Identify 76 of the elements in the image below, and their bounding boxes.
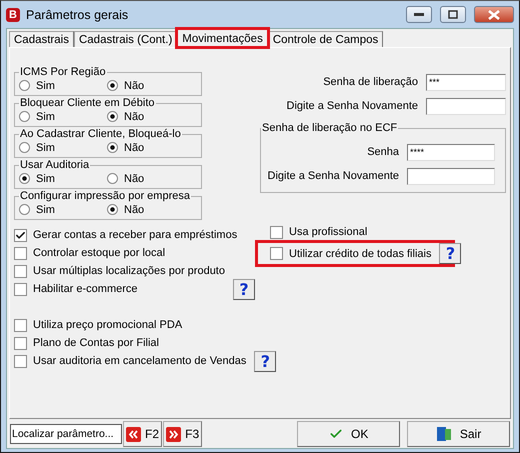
exit-button[interactable]: Sair <box>407 421 510 447</box>
radio-button[interactable] <box>19 173 30 184</box>
radio-button[interactable] <box>19 204 30 215</box>
checkbox-label: Controlar estoque por local <box>33 247 166 259</box>
radio-label: Não <box>124 80 144 92</box>
checkbox-label: Utilizar crédito de todas filiais <box>289 248 432 260</box>
previous-button[interactable]: F2 <box>123 421 162 447</box>
password-field[interactable] <box>407 168 495 184</box>
checkbox[interactable] <box>14 336 27 350</box>
radio-label: Não <box>124 142 144 154</box>
radio-button[interactable] <box>19 80 30 91</box>
radio-label: Sim <box>36 142 55 154</box>
help-button[interactable]: ? <box>254 350 276 372</box>
door-icon <box>436 426 452 442</box>
tab[interactable]: Movimentações <box>177 29 268 47</box>
checkbox[interactable] <box>14 282 27 296</box>
group-title: Bloquear Cliente em Débito <box>19 97 156 109</box>
maximize-icon <box>448 10 458 19</box>
fast-forward-icon <box>166 426 182 442</box>
radio-button[interactable] <box>107 80 118 91</box>
tab[interactable]: Cadastrais <box>9 31 74 47</box>
password-field[interactable]: **** <box>407 144 495 160</box>
checkbox-label: Habilitar e-commerce <box>33 283 138 295</box>
next-button[interactable]: F3 <box>163 421 202 447</box>
tab[interactable]: Cadastrais (Cont.) <box>74 31 178 47</box>
check-icon <box>328 427 343 441</box>
group-title: Configurar impressão por empresa <box>19 190 191 202</box>
group-title: Usar Auditoria <box>19 159 90 171</box>
checkbox[interactable] <box>14 228 27 242</box>
radio-label: Sim <box>36 204 55 216</box>
checkbox-label: Gerar contas a receber para empréstimos <box>33 229 238 241</box>
checkbox[interactable] <box>14 318 27 332</box>
search-field[interactable]: Localizar parâmetro... <box>10 424 122 444</box>
checkbox-label: Usa profissional <box>289 226 368 238</box>
close-icon <box>488 10 500 20</box>
field-label: Senha de liberação <box>323 76 418 88</box>
window-title: Parâmetros gerais <box>26 8 130 22</box>
group-title: ICMS Por Região <box>19 66 107 78</box>
radio-label: Não <box>124 204 144 216</box>
radio-button[interactable] <box>107 204 118 215</box>
radio-label: Não <box>124 110 144 122</box>
field-label: Digite a Senha Novamente <box>268 170 399 182</box>
password-field[interactable]: *** <box>426 74 506 90</box>
radio-label: Sim <box>36 110 55 122</box>
checkbox[interactable] <box>14 246 27 260</box>
radio-button[interactable] <box>107 173 118 184</box>
checkbox-label: Usar auditoria em cancelamento de Vendas <box>33 355 246 367</box>
tab[interactable]: Controle de Campos <box>268 31 384 47</box>
app-icon: B <box>6 8 20 22</box>
checkbox[interactable] <box>270 247 283 260</box>
group-title: Senha de liberação no ECF <box>261 122 398 134</box>
radio-button[interactable] <box>19 142 30 153</box>
checkbox-label: Utiliza preço promocional PDA <box>33 319 182 331</box>
radio-button[interactable] <box>107 142 118 153</box>
checkbox[interactable] <box>270 226 283 238</box>
help-button[interactable]: ? <box>439 243 462 264</box>
checkbox[interactable] <box>14 354 27 368</box>
group-title: Ao Cadastrar Cliente, Bloqueá-lo <box>19 128 182 140</box>
minimize-icon <box>414 12 424 16</box>
password-field[interactable] <box>426 98 506 114</box>
close-button[interactable] <box>474 6 514 23</box>
ok-button[interactable]: OK <box>297 421 400 447</box>
rewind-icon <box>126 426 142 442</box>
help-button[interactable]: ? <box>233 278 255 300</box>
field-label: Digite a Senha Novamente <box>286 100 418 112</box>
checkbox[interactable] <box>14 264 27 278</box>
field-label: Senha <box>367 146 399 158</box>
radio-button[interactable] <box>19 111 30 122</box>
radio-label: Não <box>124 172 144 184</box>
radio-label: Sim <box>36 172 55 184</box>
maximize-button[interactable] <box>440 6 466 23</box>
radio-button[interactable] <box>107 111 118 122</box>
radio-label: Sim <box>36 80 55 92</box>
checkbox-label: Plano de Contas por Filial <box>33 337 159 349</box>
checkbox-label: Usar múltiplas localizações por produto <box>33 265 225 277</box>
minimize-button[interactable] <box>406 6 432 23</box>
